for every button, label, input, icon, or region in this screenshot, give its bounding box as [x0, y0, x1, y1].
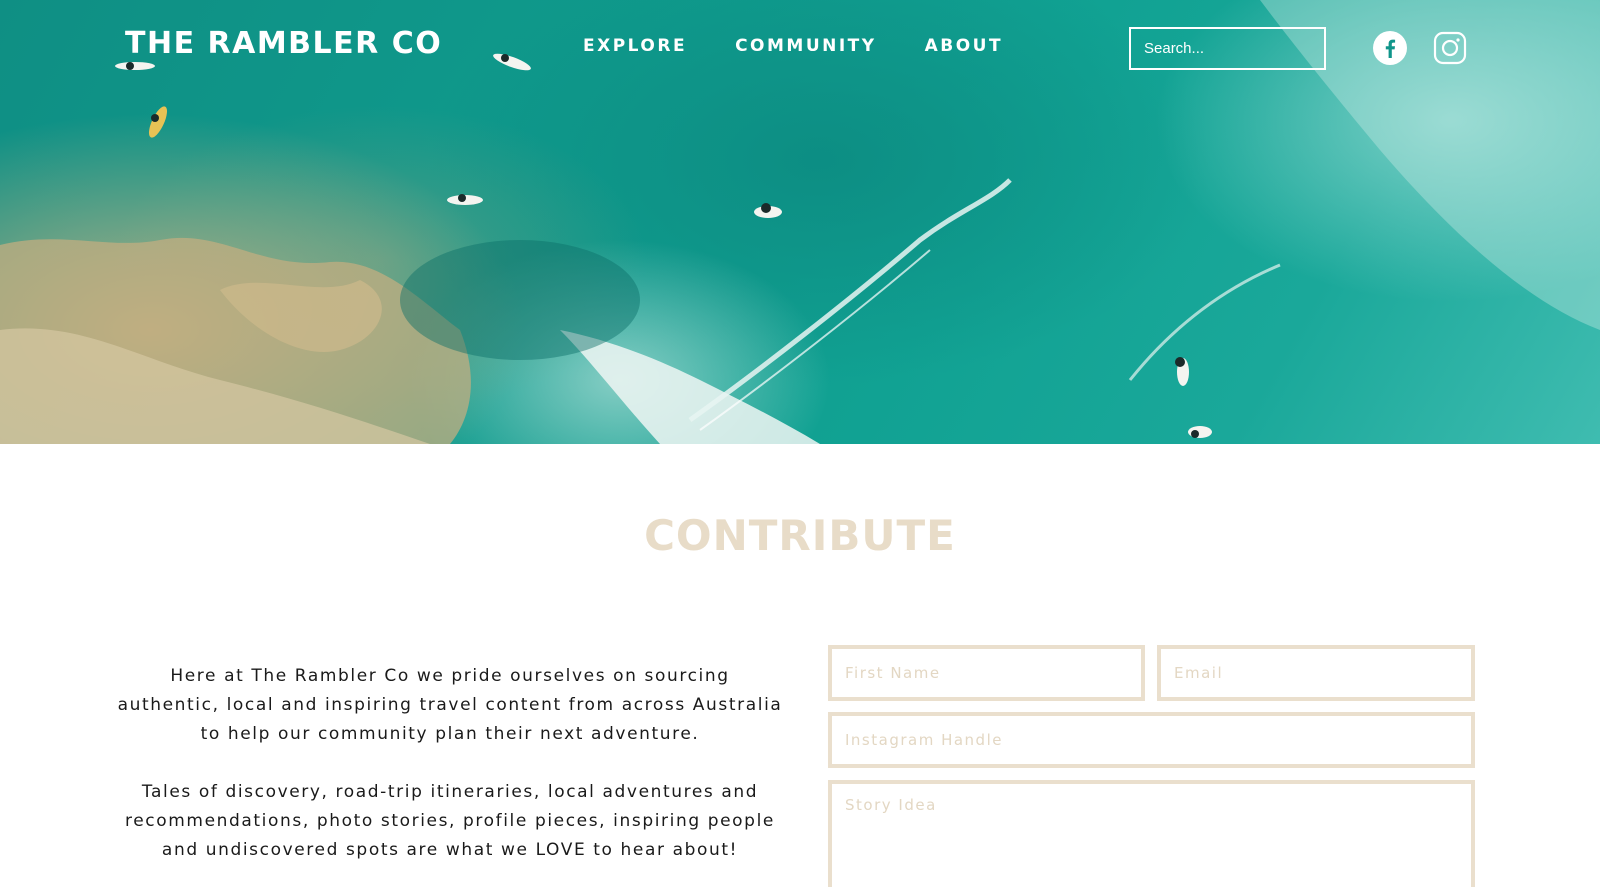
hero-ocean-image: [0, 0, 1600, 444]
instagram-handle-field[interactable]: [828, 712, 1475, 768]
story-idea-field[interactable]: [828, 780, 1475, 887]
intro-paragraph: Here at The Rambler Co we pride ourselve…: [117, 666, 783, 744]
intro-paragraph: Tales of discovery, road-trip itinerarie…: [125, 782, 775, 860]
facebook-icon[interactable]: [1373, 31, 1407, 65]
email-field[interactable]: [1157, 645, 1475, 701]
search-input[interactable]: [1129, 27, 1326, 70]
hero-banner: THE RAMBLER CO EXPLORE COMMUNITY ABOUT: [0, 0, 1600, 444]
intro-text: Here at The Rambler Co we pride ourselve…: [116, 662, 784, 865]
instagram-icon[interactable]: [1433, 31, 1467, 65]
nav-community[interactable]: COMMUNITY: [735, 36, 877, 56]
nav-about[interactable]: ABOUT: [925, 36, 1003, 56]
page-title: CONTRIBUTE: [644, 511, 956, 560]
main-nav: EXPLORE COMMUNITY ABOUT: [583, 36, 1003, 56]
site-logo[interactable]: THE RAMBLER CO: [125, 26, 442, 61]
first-name-field[interactable]: [828, 645, 1145, 701]
nav-explore[interactable]: EXPLORE: [583, 36, 687, 56]
